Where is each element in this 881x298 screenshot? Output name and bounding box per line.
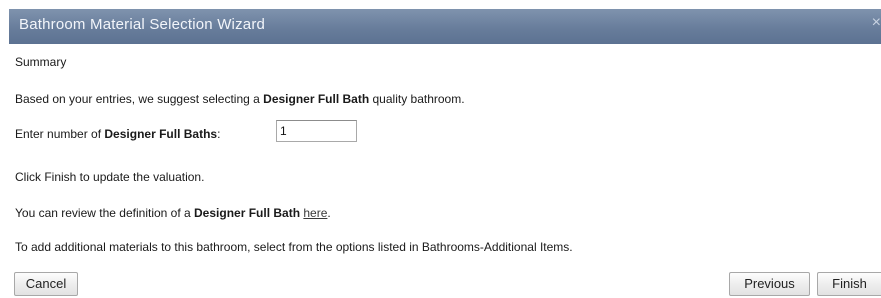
suggestion-prefix: Based on your entries, we suggest select… [15,92,264,106]
review-bold: Designer Full Bath [194,206,301,220]
finish-note: Click Finish to update the valuation. [15,170,205,184]
quantity-label-prefix: Enter number of [15,127,105,141]
suggestion-suffix: quality bathroom. [369,92,465,106]
suggested-quality: Designer Full Bath [263,92,370,106]
summary-heading: Summary [15,55,67,69]
close-icon[interactable]: × [872,15,881,31]
dialog-title: Bathroom Material Selection Wizard [19,16,266,33]
review-text: You can review the definition of a Desig… [15,206,331,220]
cancel-button[interactable]: Cancel [14,272,78,296]
bath-count-input[interactable] [276,120,357,142]
previous-button[interactable]: Previous [729,272,810,296]
review-prefix: You can review the definition of a [15,206,195,220]
definition-link[interactable]: here [303,206,327,220]
quantity-label-bold: Designer Full Baths [104,127,218,141]
title-bar[interactable]: Bathroom Material Selection Wizard × [9,9,881,44]
finish-button[interactable]: Finish [817,272,881,296]
quantity-label-suffix: : [217,127,221,141]
quantity-label: Enter number of Designer Full Baths: [15,127,220,141]
wizard-dialog: Bathroom Material Selection Wizard × Sum… [0,0,881,298]
suggestion-text: Based on your entries, we suggest select… [15,92,465,106]
review-suffix: . [327,206,331,220]
additional-items-text: To add additional materials to this bath… [15,240,573,254]
